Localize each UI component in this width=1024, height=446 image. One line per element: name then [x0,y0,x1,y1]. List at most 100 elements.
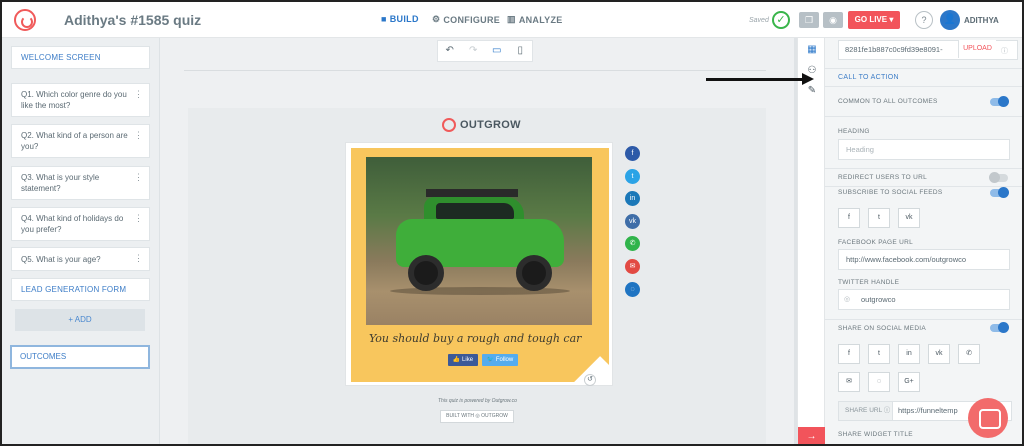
add-button[interactable]: + ADD [15,309,145,331]
tab-configure[interactable]: ⚙ CONFIGURE [432,14,500,25]
duplicate-icon[interactable]: ❐ [799,12,819,28]
vk-icon[interactable]: vk [898,208,920,228]
annotation-arrow-head [802,73,814,85]
more-icon[interactable]: ⋮ [134,130,143,141]
tab-analyze[interactable]: ▥ ANALYZE [507,14,563,25]
share-toggle[interactable] [990,322,1009,333]
twitter-follow-button[interactable]: 🐦 Follow [482,354,518,366]
sidebar-item-q4[interactable]: Q4. What kind of holidays do you prefer?… [11,207,150,241]
messenger-icon[interactable]: ◌ [868,372,890,392]
more-icon[interactable]: ⋮ [134,89,143,100]
chat-icon[interactable] [968,398,1008,438]
share-widget-title-label: SHARE WIDGET TITLE [838,431,913,438]
mobile-icon[interactable]: ▯ [509,41,533,61]
pencil-icon[interactable]: ✎ [805,85,819,99]
divider [184,70,766,71]
common-to-all-toggle[interactable] [990,96,1009,107]
sidebar-item-label: Q5. What is your age? [21,254,101,264]
redirect-toggle[interactable] [989,172,1008,183]
sidebar-item-welcome[interactable]: WELCOME SCREEN [11,46,150,69]
sidebar-item-q1[interactable]: Q1. Which color genre do you like the mo… [11,83,150,117]
brand-logo: OUTGROW [442,118,521,132]
avatar[interactable]: 👤 [940,10,960,30]
twitter-icon[interactable]: t [868,208,890,228]
fb-url-input[interactable]: http://www.facebook.com/outgrowco [838,249,1010,270]
info-icon[interactable]: ⓘ [1001,46,1008,56]
subscribe-toggle[interactable] [990,187,1009,198]
upload-button[interactable]: UPLOAD [958,40,996,58]
tab-build[interactable]: ■ BUILD [381,14,419,24]
app-frame: Adithya's #1585 quiz ■ BUILD ⚙ CONFIGURE… [0,0,1024,446]
sidebar-item-q3[interactable]: Q3. What is your style statement? ⋮ [11,166,150,200]
share-label: SHARE ON SOCIAL MEDIA [838,325,927,332]
more-icon[interactable]: ⋮ [134,213,143,224]
divider [825,86,1022,87]
linkedin-icon[interactable]: in [625,191,640,207]
email-icon[interactable]: ✉ [838,372,860,392]
restart-icon[interactable]: ↺ [584,374,596,386]
desktop-icon[interactable]: ▭ [485,41,509,61]
more-icon[interactable]: ⋮ [134,253,143,264]
layout-icon[interactable]: ▦ [805,44,819,58]
car-roof-rack [426,189,518,197]
sidebar-item-label: LEAD GENERATION FORM [21,285,127,294]
preview-eye-icon[interactable]: ◉ [823,12,843,28]
share-icons: f t in vk ✆ ✉ ◌ [625,146,640,304]
twitter-handle-input[interactable]: outgrowco [838,289,1010,310]
redirect-label: REDIRECT USERS TO URL [838,174,928,181]
vk-icon[interactable]: vk [928,344,950,364]
outgrow-logo[interactable] [14,9,36,31]
car-wheel [408,255,444,291]
top-bar: Adithya's #1585 quiz ■ BUILD ⚙ CONFIGURE… [2,2,1022,38]
messenger-icon[interactable]: ◌ [625,281,640,297]
tab-configure-label: CONFIGURE [443,14,501,25]
go-live-button[interactable]: GO LIVE ▾ [848,11,900,29]
call-to-action-heading: CALL TO ACTION [838,74,899,81]
whatsapp-icon[interactable]: ✆ [958,344,980,364]
saved-status: Saved [749,17,769,24]
outcome-image[interactable] [366,157,592,325]
sidebar-item-lead-form[interactable]: LEAD GENERATION FORM [11,278,150,301]
help-icon[interactable]: ? [915,11,933,29]
google-plus-icon[interactable]: G+ [898,372,920,392]
facebook-icon[interactable]: f [625,146,640,161]
heading-input[interactable]: Heading [838,139,1010,160]
sidebar-item-q5[interactable]: Q5. What is your age? ⋮ [11,247,150,271]
facebook-like-button[interactable]: 👍 Like [448,354,478,366]
undo-icon[interactable]: ↶ [438,41,462,61]
twitter-handle-label: TWITTER HANDLE [838,279,900,286]
outcome-title[interactable]: You should buy a rough and tough car [369,332,581,345]
at-icon: ◎ [844,296,851,303]
whatsapp-icon[interactable]: ✆ [625,236,640,252]
built-with-badge[interactable]: BUILT WITH ◎ OUTGROW [440,410,514,423]
divider [825,68,1022,69]
canvas-toolbar: ↶ ↷ ▭ ▯ [437,40,533,62]
sidebar-item-label: Q3. What is your style statement? [21,173,100,193]
powered-by-text: This quiz is powered by Outgrow.co [438,398,517,404]
check-icon: ✓ [772,11,790,29]
divider [825,168,1022,169]
twitter-icon[interactable]: t [625,168,640,184]
more-icon[interactable]: ⋮ [134,172,143,183]
sidebar-item-label: Q2. What kind of a person are you? [21,131,128,151]
redo-icon[interactable]: ↷ [462,41,486,61]
sidebar-item-q2[interactable]: Q2. What kind of a person are you? ⋮ [11,124,150,158]
subscribe-label: SUBSCRIBE TO SOCIAL FEEDS [838,189,943,196]
gear-icon: ⚙ [432,14,441,24]
common-to-all-label: COMMON TO ALL OUTCOMES [838,98,938,105]
sidebar-item-outcomes[interactable]: OUTCOMES [10,345,150,369]
outcome-card[interactable]: You should buy a rough and tough car 👍 L… [345,142,613,386]
email-icon[interactable]: ✉ [625,258,640,274]
facebook-icon[interactable]: f [838,344,860,364]
user-name[interactable]: ADITHYA [964,16,999,25]
outgrow-logo-icon [442,118,456,132]
vk-icon[interactable]: vk [625,213,640,229]
car-wheel [516,255,552,291]
twitter-icon[interactable]: t [868,344,890,364]
divider [825,319,1022,320]
linkedin-icon[interactable]: in [898,344,920,364]
preview-stage: OUTGROW You should buy a rough and tough… [188,108,766,444]
facebook-icon[interactable]: f [838,208,860,228]
brand-name: OUTGROW [460,119,521,131]
collapse-arrow-icon[interactable]: → [798,427,825,444]
